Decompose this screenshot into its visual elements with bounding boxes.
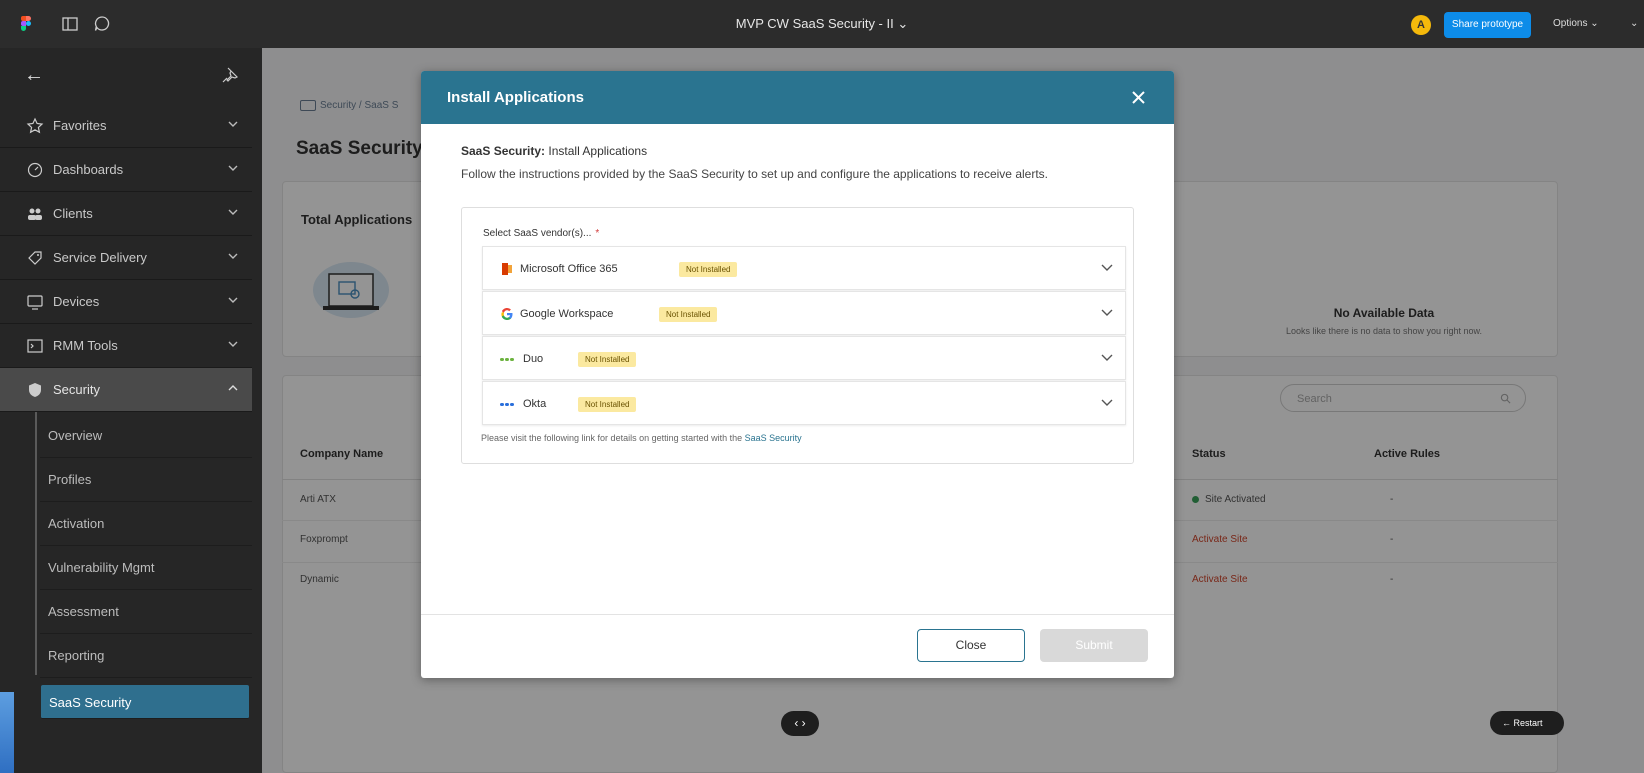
- install-applications-modal: Install Applications SaaS Security: Inst…: [421, 71, 1174, 678]
- sidebar-subitem-label: Overview: [48, 428, 103, 443]
- close-icon[interactable]: [1130, 89, 1147, 106]
- close-button[interactable]: Close: [917, 629, 1025, 662]
- shield-icon: [29, 383, 41, 397]
- pin-icon[interactable]: [221, 66, 239, 84]
- sidebar-subitem-activation[interactable]: Activation: [40, 502, 252, 546]
- vendor-name: Microsoft Office 365: [520, 263, 618, 275]
- help-text: Please visit the following link for deta…: [481, 433, 802, 443]
- status-badge: Not Installed: [679, 262, 738, 277]
- sidebar-subitem-profiles[interactable]: Profiles: [40, 458, 252, 502]
- submit-button[interactable]: Submit: [1040, 629, 1148, 662]
- sidebar-subitem-label: Profiles: [48, 472, 92, 487]
- prototype-title[interactable]: MVP CW SaaS Security - II ⌄: [0, 16, 1644, 32]
- restart-button[interactable]: ← Restart: [1490, 711, 1564, 735]
- gauge-icon: [27, 162, 43, 178]
- avatar[interactable]: A: [1411, 15, 1431, 35]
- sidebar-item-label: Favorites: [53, 118, 107, 133]
- microsoft-office-logo-icon: [502, 263, 512, 275]
- sidebar-subitem-label: SaaS Security: [49, 695, 132, 710]
- tag-icon: [28, 251, 42, 265]
- sidebar-item-devices[interactable]: Devices: [0, 280, 252, 324]
- okta-logo-icon: [500, 403, 514, 406]
- vendor-row-google-workspace[interactable]: Google Workspace Not Installed: [482, 291, 1126, 335]
- sidebar-subitem-assessment[interactable]: Assessment: [40, 590, 252, 634]
- monitor-icon: [27, 295, 43, 310]
- star-icon: [26, 117, 44, 134]
- sidebar-subitem-reporting[interactable]: Reporting: [40, 634, 252, 678]
- chevron-down-icon: [228, 341, 238, 347]
- window-edge-fragment: [0, 692, 14, 773]
- chevron-down-icon: [228, 121, 238, 127]
- vendor-name: Google Workspace: [520, 308, 614, 320]
- share-prototype-button[interactable]: Share prototype: [1444, 12, 1531, 38]
- sidebar-item-label: RMM Tools: [53, 338, 118, 353]
- sidebar-item-service-delivery[interactable]: Service Delivery: [0, 236, 252, 280]
- modal-subtitle: SaaS Security: Install Applications: [461, 144, 648, 158]
- sidebar-item-label: Service Delivery: [53, 250, 147, 265]
- google-logo-icon: [501, 308, 513, 320]
- chevron-down-icon: [1101, 309, 1113, 316]
- vendor-select-label: Select SaaS vendor(s)... *: [483, 228, 600, 239]
- saas-security-link[interactable]: SaaS Security: [745, 433, 802, 443]
- vendor-row-okta[interactable]: Okta Not Installed: [482, 381, 1126, 425]
- sidebar-subitem-vulnerability-mgmt[interactable]: Vulnerability Mgmt: [40, 546, 252, 590]
- vendor-name: Duo: [523, 353, 544, 365]
- sidebar-subitem-overview[interactable]: Overview: [40, 414, 252, 458]
- vendor-name: Okta: [523, 398, 547, 410]
- modal-footer-divider: [421, 614, 1174, 615]
- sidebar-item-label: Dashboards: [53, 162, 124, 177]
- sidebar-subitem-label: Reporting: [48, 648, 105, 663]
- chevron-down-icon: [228, 297, 238, 303]
- sidebar: ← Favorites Dashboards Clients Service D…: [0, 48, 262, 773]
- chevron-up-icon: [228, 385, 238, 391]
- chevron-down-icon: [228, 209, 238, 215]
- terminal-icon: [27, 339, 43, 353]
- duo-logo-icon: [500, 358, 514, 361]
- sidebar-subitem-label: Activation: [48, 516, 105, 531]
- vendor-row-microsoft-office-365[interactable]: Microsoft Office 365 Not Installed: [482, 246, 1126, 290]
- modal-title: Install Applications: [447, 89, 584, 106]
- submenu-guide-line: [35, 412, 37, 675]
- status-badge: Not Installed: [578, 397, 637, 412]
- status-badge: Not Installed: [578, 352, 637, 367]
- sidebar-item-favorites[interactable]: Favorites: [0, 104, 252, 148]
- back-arrow-icon[interactable]: ←: [24, 64, 44, 87]
- sidebar-item-label: Security: [53, 382, 100, 397]
- status-badge: Not Installed: [659, 307, 718, 322]
- vendor-row-duo[interactable]: Duo Not Installed: [482, 336, 1126, 380]
- sidebar-item-rmm-tools[interactable]: RMM Tools: [0, 324, 252, 368]
- vendor-selection-box: Select SaaS vendor(s)... * Microsoft Offi…: [461, 207, 1134, 464]
- options-menu[interactable]: Options ⌄: [1553, 18, 1599, 29]
- sidebar-subitem-saas-security[interactable]: SaaS Security: [41, 685, 249, 719]
- sidebar-item-label: Devices: [53, 294, 100, 309]
- chevron-down-icon: [228, 253, 238, 259]
- chevron-down-icon: [228, 165, 238, 171]
- sidebar-item-security[interactable]: Security: [0, 368, 252, 412]
- sidebar-subitem-label: Vulnerability Mgmt: [48, 560, 155, 575]
- modal-header: Install Applications: [421, 71, 1174, 124]
- sidebar-subitem-label: Assessment: [48, 604, 119, 619]
- chevron-down-icon: [1101, 399, 1113, 406]
- figma-toolbar: MVP CW SaaS Security - II ⌄ A Share prot…: [0, 0, 1644, 48]
- chevron-down-icon: [1101, 354, 1113, 361]
- users-icon: [28, 208, 42, 220]
- sidebar-item-label: Clients: [53, 206, 93, 221]
- prototype-nav-control[interactable]: ‹ ›: [781, 711, 819, 736]
- sidebar-item-clients[interactable]: Clients: [0, 192, 252, 236]
- chevron-down-icon: [1101, 264, 1113, 271]
- sidebar-item-dashboards[interactable]: Dashboards: [0, 148, 252, 192]
- modal-description: Follow the instructions provided by the …: [461, 167, 1048, 181]
- chevron-down-icon[interactable]: ⌄: [1630, 18, 1638, 29]
